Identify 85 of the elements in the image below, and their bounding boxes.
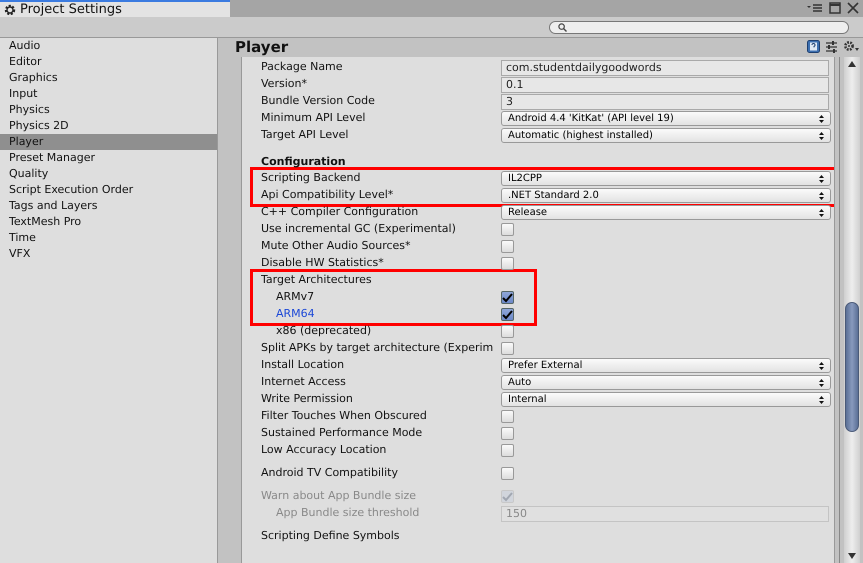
dropdown[interactable]: Automatic (highest installed) xyxy=(501,128,831,143)
field-label: Target Architectures xyxy=(261,273,372,286)
sidebar-item[interactable]: Audio xyxy=(0,38,217,54)
sidebar-item[interactable]: Graphics xyxy=(0,70,217,86)
field-label: x86 (deprecated) xyxy=(276,324,372,338)
dropdown[interactable]: Prefer External xyxy=(501,358,831,373)
field-label: Scripting Backend xyxy=(261,171,360,184)
panel-title: Player xyxy=(235,38,288,57)
field-label: Write Permission xyxy=(261,392,353,406)
field-label: App Bundle size threshold xyxy=(276,506,420,520)
updown-arrows-icon xyxy=(819,192,824,200)
field-label: Target API Level xyxy=(261,128,348,142)
checkbox[interactable] xyxy=(501,240,514,253)
field-label: Api Compatibility Level* xyxy=(261,188,394,202)
sidebar-item[interactable]: VFX xyxy=(0,246,217,262)
field-label: Bundle Version Code xyxy=(261,94,375,108)
gear-icon xyxy=(4,4,16,16)
updown-arrows-icon xyxy=(819,208,824,216)
field-label: Package Name xyxy=(261,60,343,74)
dropdown[interactable]: .NET Standard 2.0 xyxy=(501,188,831,203)
text-field[interactable]: 3 xyxy=(501,94,829,110)
sidebar-item[interactable]: Preset Manager xyxy=(0,150,217,166)
sidebar-item[interactable]: Script Execution Order xyxy=(0,182,217,198)
dropdown[interactable]: Auto xyxy=(501,375,831,390)
checkbox[interactable] xyxy=(501,444,514,457)
sidebar-item[interactable]: TextMesh Pro xyxy=(0,214,217,230)
updown-arrows-icon xyxy=(819,174,824,182)
field-label: Filter Touches When Obscured xyxy=(261,409,427,422)
sidebar-item[interactable]: Physics 2D xyxy=(0,118,217,134)
help-icon[interactable] xyxy=(807,40,820,53)
updown-arrows-icon xyxy=(819,396,824,404)
checkbox[interactable] xyxy=(501,342,514,355)
field-label: Sustained Performance Mode xyxy=(261,426,422,440)
search-icon xyxy=(558,22,567,32)
field-label: Scripting Define Symbols xyxy=(261,529,400,542)
field-label: Mute Other Audio Sources* xyxy=(261,239,411,252)
field-label: Disable HW Statistics* xyxy=(261,256,384,270)
updown-arrows-icon xyxy=(819,378,824,386)
scroll-up-icon[interactable] xyxy=(848,61,856,67)
settings-icon[interactable] xyxy=(843,40,860,53)
checkbox[interactable] xyxy=(501,291,514,304)
field-label: ARM64 xyxy=(276,307,315,320)
updown-arrows-icon xyxy=(819,114,824,122)
maximize-icon xyxy=(829,2,841,14)
checkbox[interactable] xyxy=(501,427,514,440)
checkbox[interactable] xyxy=(501,308,514,321)
field-label: Install Location xyxy=(261,358,344,372)
text-field[interactable]: 0.1 xyxy=(501,76,829,92)
sliders-icon[interactable] xyxy=(825,40,838,53)
text-field[interactable]: com.studentdailygoodwords xyxy=(501,60,829,76)
field-label: C++ Compiler Configuration xyxy=(261,205,418,218)
field-label: Split APKs by target architecture (Experim xyxy=(261,341,494,354)
field-label: Minimum API Level xyxy=(261,111,366,124)
sidebar-item[interactable]: Input xyxy=(0,86,217,102)
section-header: Configuration xyxy=(261,154,346,170)
search-field[interactable] xyxy=(549,20,849,34)
scroll-thumb[interactable] xyxy=(845,302,859,432)
dropdown[interactable]: Android 4.4 'KitKat' (API level 19) xyxy=(501,111,831,126)
field-label: ARMv7 xyxy=(276,290,314,304)
menu-icon xyxy=(807,2,823,14)
field-label: Android TV Compatibility xyxy=(261,466,398,480)
sidebar-item[interactable]: Player xyxy=(0,134,217,150)
sidebar-item[interactable]: Editor xyxy=(0,54,217,70)
field-label: Warn about App Bundle size xyxy=(261,489,416,502)
window-tab[interactable]: Project Settings xyxy=(0,0,230,17)
sidebar-item[interactable]: Quality xyxy=(0,166,217,182)
field-label: Version* xyxy=(261,77,307,90)
field-label: Low Accuracy Location xyxy=(261,443,386,456)
dropdown[interactable]: IL2CPP xyxy=(501,171,831,186)
dropdown[interactable]: Internal xyxy=(501,392,831,407)
close-icon xyxy=(847,2,859,14)
scroll-down-icon[interactable] xyxy=(848,553,856,559)
sidebar-item[interactable]: Physics xyxy=(0,102,217,118)
checkbox[interactable] xyxy=(501,223,514,236)
field-label: Internet Access xyxy=(261,375,346,388)
sidebar-item[interactable]: Tags and Layers xyxy=(0,198,217,214)
sidebar-item[interactable]: Time xyxy=(0,230,217,246)
checkbox[interactable] xyxy=(501,325,514,338)
checkbox[interactable] xyxy=(501,467,514,480)
checkbox[interactable] xyxy=(501,410,514,423)
dropdown[interactable]: Release xyxy=(501,205,831,220)
updown-arrows-icon xyxy=(819,362,824,370)
checkbox[interactable] xyxy=(501,257,514,270)
updown-arrows-icon xyxy=(819,132,824,140)
field-label: Use incremental GC (Experimental) xyxy=(261,222,456,236)
